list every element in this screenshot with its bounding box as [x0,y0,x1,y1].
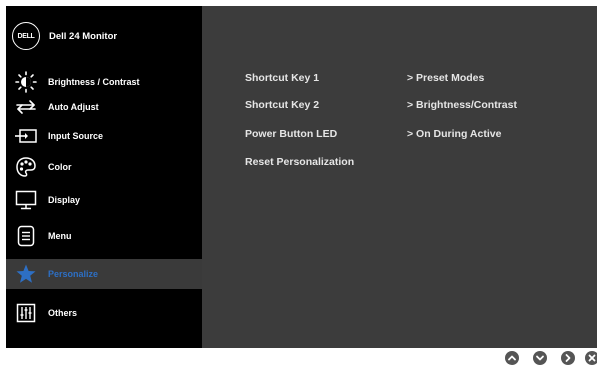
setting-label: Reset Personalization [245,156,355,168]
color-palette-icon [14,155,38,179]
setting-label: Shortcut Key 1 [245,72,320,84]
sidebar-item-label: Color [48,162,72,172]
up-arrow-icon[interactable] [505,351,519,365]
osd-navigation-buttons [505,350,597,368]
monitor-title: Dell 24 Monitor [49,30,118,42]
sidebar-item-color[interactable]: Color [6,154,202,180]
brand-header: DELL Dell 24 Monitor [6,18,202,54]
sidebar-item-label: Brightness / Contrast [48,77,140,87]
right-arrow-icon[interactable] [561,351,575,365]
display-monitor-icon [14,188,38,212]
sidebar-item-label: Personalize [48,269,99,279]
setting-value: > Preset Modes [407,72,485,84]
sidebar-item-display[interactable]: Display [6,187,202,213]
settings-panel: Shortcut Key 1 > Preset Modes Shortcut K… [202,6,597,348]
input-source-icon [14,124,38,148]
star-icon [14,262,38,286]
setting-label: Power Button LED [245,128,338,140]
sidebar-item-auto-adjust[interactable]: Auto Adjust [6,94,202,120]
others-sliders-icon [14,301,38,325]
sidebar-item-others[interactable]: Others [6,300,202,326]
monitor-osd: DELL Dell 24 Monitor Brightness / Contra… [6,6,597,348]
setting-label: Shortcut Key 2 [245,99,320,111]
sidebar-item-label: Auto Adjust [48,102,99,112]
osd-sidebar: DELL Dell 24 Monitor Brightness / Contra… [6,6,202,348]
brightness-icon [14,70,38,94]
auto-adjust-icon [14,95,38,119]
sidebar-item-personalize[interactable]: Personalize [6,259,202,289]
sidebar-item-menu[interactable]: Menu [6,223,202,249]
sidebar-item-label: Menu [48,231,72,241]
dell-logo: DELL [12,22,40,50]
setting-value: > On During Active [407,128,502,140]
down-arrow-icon[interactable] [533,351,547,365]
close-icon[interactable] [585,351,597,365]
setting-value: > Brightness/Contrast [407,99,517,111]
sidebar-item-label: Others [48,308,78,318]
menu-icon [14,224,38,248]
sidebar-item-brightness-contrast[interactable]: Brightness / Contrast [6,68,202,96]
sidebar-item-input-source[interactable]: Input Source [6,123,202,149]
sidebar-item-label: Display [48,195,81,205]
sidebar-item-label: Input Source [48,131,104,141]
